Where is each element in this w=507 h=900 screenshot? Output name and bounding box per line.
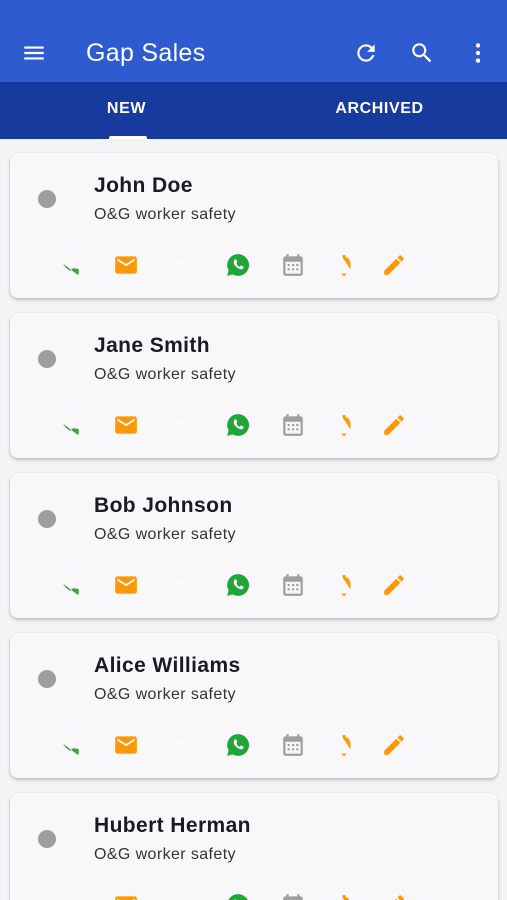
edit-icon[interactable] bbox=[379, 410, 409, 440]
message-icon[interactable] bbox=[167, 410, 197, 440]
tab-new-label: NEW bbox=[106, 100, 147, 117]
tab-archived[interactable]: ARCHIVED bbox=[253, 82, 506, 139]
contact-subtitle: O&G worker safety bbox=[94, 526, 236, 543]
menu-icon[interactable] bbox=[14, 33, 54, 73]
whatsapp-icon[interactable] bbox=[223, 890, 253, 900]
contact-subtitle: O&G worker safety bbox=[94, 366, 236, 383]
edit-icon[interactable] bbox=[379, 250, 409, 280]
app-title: Gap Sales bbox=[86, 39, 206, 67]
contact-card[interactable]: John Doe O&G worker safety bbox=[10, 153, 498, 298]
email-icon[interactable] bbox=[111, 570, 141, 600]
contact-card[interactable]: Hubert Herman O&G worker safety bbox=[10, 793, 498, 900]
whatsapp-icon[interactable] bbox=[223, 410, 253, 440]
bell-icon[interactable] bbox=[329, 890, 359, 900]
tab-archived-label: ARCHIVED bbox=[335, 100, 424, 117]
edit-icon[interactable] bbox=[379, 570, 409, 600]
view-icon[interactable] bbox=[435, 410, 465, 440]
contact-name: John Doe bbox=[94, 174, 193, 197]
status-dot bbox=[38, 670, 56, 688]
contact-name: Bob Johnson bbox=[94, 494, 233, 517]
contact-subtitle: O&G worker safety bbox=[94, 686, 236, 703]
contact-name: Hubert Herman bbox=[94, 814, 251, 837]
status-dot bbox=[38, 510, 56, 528]
contact-name: Alice Williams bbox=[94, 654, 241, 677]
contact-subtitle: O&G worker safety bbox=[94, 206, 236, 223]
contact-list[interactable]: John Doe O&G worker safety Jane Smith O&G w… bbox=[0, 139, 507, 900]
edit-icon[interactable] bbox=[379, 730, 409, 760]
status-dot bbox=[38, 830, 56, 848]
whatsapp-icon[interactable] bbox=[223, 730, 253, 760]
more-vert-icon[interactable] bbox=[458, 33, 498, 73]
calendar-icon[interactable] bbox=[278, 570, 308, 600]
phone-icon[interactable] bbox=[54, 730, 84, 760]
calendar-icon[interactable] bbox=[278, 890, 308, 900]
contact-card[interactable]: Jane Smith O&G worker safety bbox=[10, 313, 498, 458]
refresh-icon[interactable] bbox=[346, 33, 386, 73]
message-icon[interactable] bbox=[167, 890, 197, 900]
status-dot bbox=[38, 190, 56, 208]
calendar-icon[interactable] bbox=[278, 410, 308, 440]
tab-new[interactable]: NEW bbox=[0, 82, 253, 139]
contact-name: Jane Smith bbox=[94, 334, 211, 357]
whatsapp-icon[interactable] bbox=[223, 250, 253, 280]
message-icon[interactable] bbox=[167, 730, 197, 760]
whatsapp-icon[interactable] bbox=[223, 570, 253, 600]
view-icon[interactable] bbox=[435, 730, 465, 760]
email-icon[interactable] bbox=[111, 730, 141, 760]
message-icon[interactable] bbox=[167, 250, 197, 280]
email-icon[interactable] bbox=[111, 410, 141, 440]
contact-subtitle: O&G worker safety bbox=[94, 846, 236, 863]
contact-card[interactable]: Alice Williams O&G worker safety bbox=[10, 633, 498, 778]
view-icon[interactable] bbox=[435, 250, 465, 280]
phone-icon[interactable] bbox=[54, 570, 84, 600]
view-icon[interactable] bbox=[435, 570, 465, 600]
contact-card[interactable]: Bob Johnson O&G worker safety bbox=[10, 473, 498, 618]
phone-icon[interactable] bbox=[54, 890, 84, 900]
edit-icon[interactable] bbox=[379, 890, 409, 900]
bell-icon[interactable] bbox=[329, 570, 359, 600]
tab-bar: NEW ARCHIVED bbox=[0, 82, 507, 139]
status-dot bbox=[38, 350, 56, 368]
calendar-icon[interactable] bbox=[278, 730, 308, 760]
email-icon[interactable] bbox=[111, 250, 141, 280]
view-icon[interactable] bbox=[435, 890, 465, 900]
calendar-icon[interactable] bbox=[278, 250, 308, 280]
search-icon[interactable] bbox=[402, 33, 442, 73]
app-bar: Gap Sales bbox=[0, 0, 507, 82]
email-icon[interactable] bbox=[111, 890, 141, 900]
phone-icon[interactable] bbox=[54, 250, 84, 280]
bell-icon[interactable] bbox=[329, 410, 359, 440]
bell-icon[interactable] bbox=[329, 730, 359, 760]
message-icon[interactable] bbox=[167, 570, 197, 600]
bell-icon[interactable] bbox=[329, 250, 359, 280]
phone-icon[interactable] bbox=[54, 410, 84, 440]
